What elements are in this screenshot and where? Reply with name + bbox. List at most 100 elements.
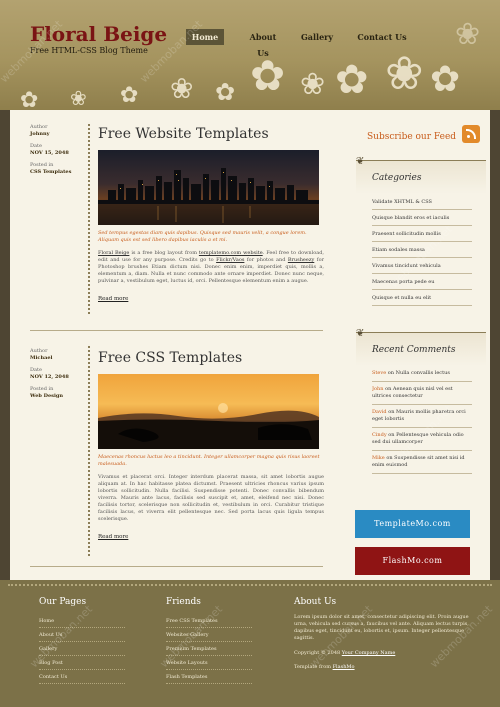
- templatemo-link[interactable]: templatemo.com website: [199, 250, 263, 256]
- comment-item[interactable]: Steve on Nulla convallis lectus: [372, 366, 472, 382]
- flashmo-link[interactable]: FlashMo: [333, 664, 355, 670]
- post-caption: Sed tempus egestas diam quis dapibus. Qu…: [98, 230, 307, 243]
- comment-text[interactable]: on Mauris mollis pharetra orci eget lobo…: [372, 409, 466, 422]
- author-label: Author: [30, 124, 48, 130]
- category-item[interactable]: Vivamus tincidunt vehicula: [372, 258, 472, 274]
- comment-author[interactable]: Cindy: [372, 432, 387, 438]
- footer-link[interactable]: About Us: [39, 628, 125, 642]
- footer-link[interactable]: Free CSS Templates: [166, 614, 252, 628]
- templatemo-badge[interactable]: TemplateMo.com: [355, 510, 470, 538]
- comment-author[interactable]: David: [372, 409, 387, 415]
- flower-corner-icon: ❦: [356, 328, 365, 339]
- blog-post: Free CSS Templates Maecenas rhoncus luct…: [98, 350, 324, 542]
- footer-link[interactable]: Home: [39, 614, 125, 628]
- header: ✿ ❀ ✿ ❀ ✿ ❀ ❀ ✿ ✿ ❀ ✿ Floral Beige Free …: [0, 0, 500, 110]
- comment-author[interactable]: Steve: [372, 370, 386, 376]
- category-item[interactable]: Quisque blandit eros et iaculis: [372, 210, 472, 226]
- post-body: Vivamus et placerat orci. Integer interd…: [98, 474, 324, 522]
- footer-about: About Us Lorem ipsum dolor sit amet, con…: [294, 597, 474, 671]
- post-title[interactable]: Free Website Templates: [98, 126, 324, 142]
- meta-divider: [88, 124, 90, 314]
- footer-link[interactable]: Premium Templates: [166, 642, 252, 656]
- posted-label: Posted in: [30, 386, 54, 392]
- footer-link[interactable]: Websites Gallery: [166, 628, 252, 642]
- nav-home[interactable]: Home: [186, 29, 224, 45]
- comment-text[interactable]: on Suspendisse sit amet nisi id enim eui…: [372, 455, 465, 468]
- comment-author[interactable]: John: [372, 386, 383, 392]
- nav-gallery[interactable]: Gallery: [297, 29, 337, 45]
- nav-contact-us[interactable]: Contact Us: [352, 29, 412, 45]
- blog-post: Free Website Templates Sed tempus egesta…: [98, 126, 324, 304]
- flower-decoration-icon: ❀: [70, 86, 87, 110]
- company-link[interactable]: Your Company Name: [342, 650, 396, 656]
- footer: Our Pages Home About Us Gallery Blog Pos…: [0, 580, 500, 707]
- site-logo[interactable]: Floral Beige: [30, 22, 167, 46]
- footer-link[interactable]: Flash Templates: [166, 670, 252, 684]
- category-item[interactable]: Praesent sollicitudin mollis: [372, 226, 472, 242]
- nav-about-us[interactable]: About Us: [243, 29, 283, 58]
- flickr-link[interactable]: Flickr/Vaos: [216, 257, 244, 263]
- author-value: Michael: [30, 355, 53, 361]
- recent-comments-box: ❦ Recent Comments Steve on Nulla convall…: [356, 328, 486, 474]
- main-nav: Home About Us Gallery Contact Us: [186, 29, 412, 58]
- footer-about-title: About Us: [294, 597, 337, 607]
- category-link[interactable]: Web Design: [30, 393, 69, 400]
- post-meta: Author Michael Date NOV 12, 2048 Posted …: [30, 348, 69, 405]
- posted-label: Posted in: [30, 162, 54, 168]
- flower-decoration-icon: ✿: [120, 83, 139, 108]
- comment-item[interactable]: Cindy on Pellentesque vehicula odio sed …: [372, 428, 472, 451]
- post-body: Floral Beige is a free blog layout from …: [98, 250, 324, 285]
- copyright: Copyright © 2048 Your Company Name: [294, 650, 474, 657]
- category-item[interactable]: Maecenas porta pede eu: [372, 274, 472, 290]
- flower-decoration-icon: ❀: [385, 46, 424, 100]
- flower-decoration-icon: ✿: [20, 88, 39, 111]
- post-separator: [30, 330, 323, 331]
- post-title[interactable]: Free CSS Templates: [98, 350, 324, 366]
- credit-prefix: Template from: [294, 664, 333, 670]
- comment-text[interactable]: on Nulla convallis lectus: [388, 370, 450, 376]
- rss-icon[interactable]: [462, 125, 480, 143]
- category-item[interactable]: Validate XHTML & CSS: [372, 194, 472, 210]
- footer-friends: Friends Free CSS Templates Websites Gall…: [166, 597, 252, 684]
- footer-friends-title: Friends: [166, 597, 201, 607]
- category-item[interactable]: Quisque et nulla eu elit: [372, 290, 472, 306]
- read-more-link[interactable]: Read more: [98, 296, 128, 302]
- read-more-link[interactable]: Read more: [98, 534, 128, 540]
- body-text: is a free blog layout from: [129, 250, 199, 256]
- footer-about-text: Lorem ipsum dolor sit amet, consectetur …: [294, 614, 469, 641]
- copyright-prefix: Copyright © 2048: [294, 650, 342, 656]
- brusheezy-link[interactable]: Brusheezy: [288, 257, 314, 263]
- comment-text[interactable]: on Aenean quis nisl vel est ultrices con…: [372, 386, 453, 399]
- floral-beige-link[interactable]: Floral Beige: [98, 250, 129, 256]
- flashmo-badge[interactable]: FlashMo.com: [355, 547, 470, 575]
- subscribe-label[interactable]: Subscribe our Feed: [367, 132, 456, 142]
- meta-divider: [88, 346, 90, 556]
- comment-item[interactable]: David on Mauris mollis pharetra orci ege…: [372, 405, 472, 428]
- category-link[interactable]: CSS Templates: [30, 169, 71, 176]
- categories-list: Validate XHTML & CSS Quisque blandit ero…: [356, 194, 486, 306]
- date-value: NOV 15, 2048: [30, 150, 69, 156]
- date-label: Date: [30, 143, 42, 149]
- flower-decoration-icon: ❀: [455, 17, 481, 52]
- footer-pages-title: Our Pages: [39, 597, 87, 607]
- comment-item[interactable]: Mike on Suspendisse sit amet nisi id eni…: [372, 451, 472, 474]
- footer-link[interactable]: Gallery: [39, 642, 125, 656]
- category-item[interactable]: Etiam sodales massa: [372, 242, 472, 258]
- flower-decoration-icon: ✿: [250, 51, 286, 100]
- footer-link[interactable]: Website Layouts: [166, 656, 252, 670]
- content-area: Author Johnny Date NOV 15, 2048 Posted i…: [10, 110, 490, 580]
- subscribe-feed[interactable]: Subscribe our Feed: [367, 125, 480, 147]
- author-label: Author: [30, 348, 48, 354]
- footer-link[interactable]: Blog Post: [39, 656, 125, 670]
- post-image-city-night: [98, 150, 319, 225]
- date-value: NOV 12, 2048: [30, 374, 69, 380]
- site-slogan: Free HTML-CSS Blog Theme: [30, 46, 148, 55]
- template-credit: Template from FlashMo: [294, 664, 474, 671]
- comment-item[interactable]: John on Aenean quis nisl vel est ultrice…: [372, 382, 472, 405]
- footer-link[interactable]: Contact Us: [39, 670, 125, 684]
- flower-decoration-icon: ✿: [215, 78, 236, 106]
- body-text: for photos and: [244, 257, 288, 263]
- comment-author[interactable]: Mike: [372, 455, 385, 461]
- flower-corner-icon: ❦: [356, 156, 365, 167]
- flower-decoration-icon: ❀: [170, 72, 194, 105]
